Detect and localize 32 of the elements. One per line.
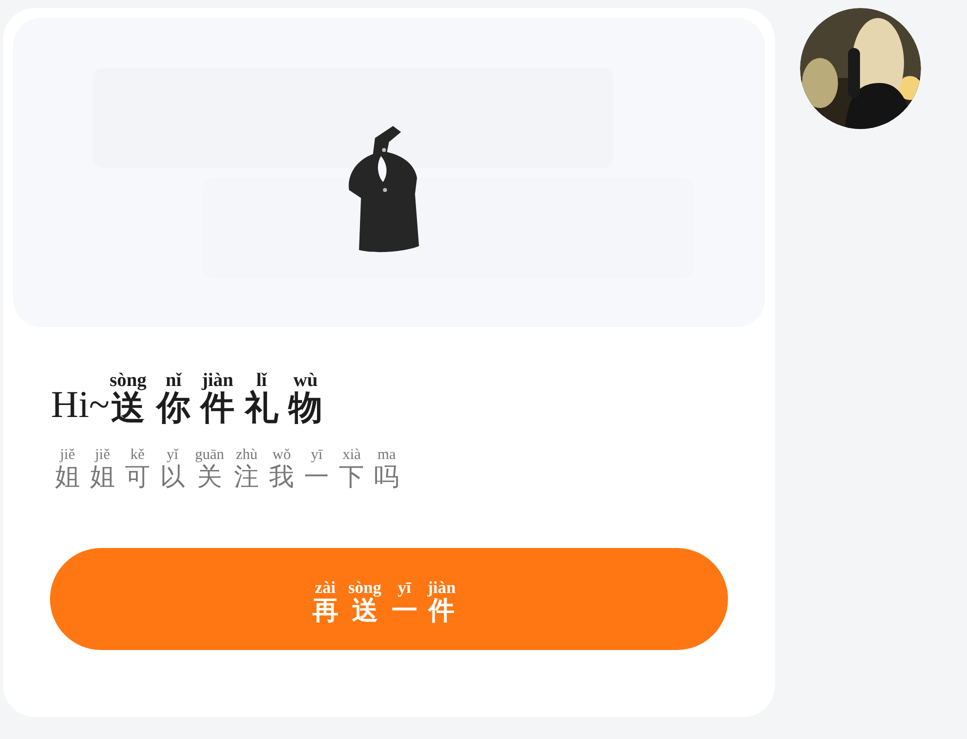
pinyin-text: yǐ xyxy=(166,448,178,464)
chinese-character: 礼 xyxy=(244,392,279,426)
pinyin-text: sòng xyxy=(110,371,147,391)
pinyin-text: zhù xyxy=(236,448,258,464)
chinese-character: 送 xyxy=(111,392,146,426)
pinyin-text: xià xyxy=(342,448,361,465)
pinyin-text: lǐ xyxy=(256,371,267,391)
chinese-character: 件 xyxy=(200,392,235,426)
chinese-character: 吗 xyxy=(374,465,400,490)
pinyin-text: wù xyxy=(293,371,318,391)
greeting-text: Hi~ xyxy=(51,386,110,426)
chinese-character: 一 xyxy=(304,465,330,490)
chinese-character: 你 xyxy=(156,392,191,426)
chinese-character: 姐 xyxy=(55,465,80,490)
pinyin-text: ma xyxy=(378,448,396,465)
chinese-character: 我 xyxy=(269,465,294,490)
chinese-character: 物 xyxy=(288,392,323,426)
chinese-character: 下 xyxy=(339,465,364,490)
pinyin-text: nǐ xyxy=(166,371,182,391)
pinyin-text: jiě xyxy=(60,448,75,465)
pinyin-text: jiàn xyxy=(202,371,234,391)
pinyin-text: jiě xyxy=(95,448,110,465)
chinese-character: 姐 xyxy=(90,465,115,490)
pinyin-text: kě xyxy=(130,448,145,465)
send-again-button[interactable]: zài 再 sòng 送 yī 一 jiàn 件 xyxy=(50,548,728,650)
chinese-character: 注 xyxy=(234,465,260,490)
chinese-character: 以 xyxy=(160,465,185,490)
pinyin-text: guān xyxy=(195,448,224,464)
chinese-character: 可 xyxy=(125,465,150,490)
pinyin-text: wǒ xyxy=(272,448,291,464)
pinyin-text: yī xyxy=(310,448,322,465)
chinese-character: 关 xyxy=(197,465,222,490)
